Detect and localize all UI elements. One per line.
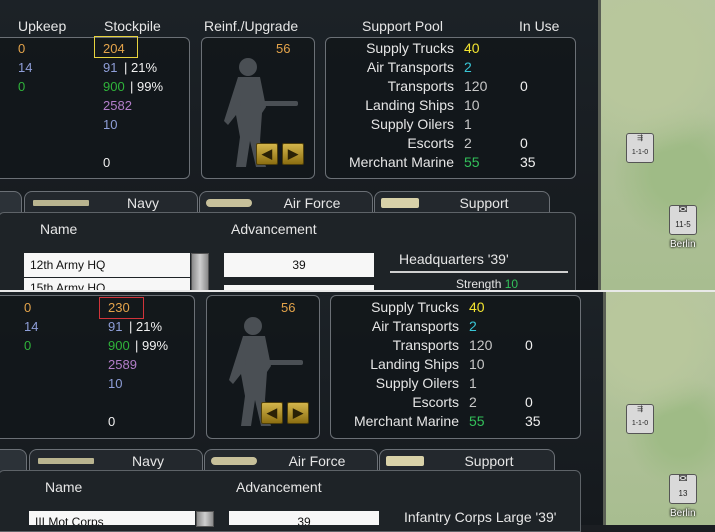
tab-army[interactable] bbox=[0, 449, 27, 472]
unit-row[interactable]: 15th Army HQ bbox=[24, 278, 190, 290]
map-view[interactable] bbox=[603, 292, 715, 525]
col-name-header: Name bbox=[45, 479, 83, 495]
stockpile-value: 900 bbox=[108, 338, 130, 353]
resources-box bbox=[0, 295, 195, 439]
stockpile-value: 10 bbox=[108, 376, 123, 391]
stockpile-value: 2589 bbox=[108, 357, 137, 372]
stockpile-value: 230 bbox=[108, 300, 130, 315]
unit-counter[interactable]: ⇶ 1-1-0 bbox=[626, 404, 654, 434]
city-label: Berlin bbox=[670, 239, 696, 250]
tab-support[interactable]: Support bbox=[374, 191, 550, 214]
tab-air-force[interactable]: Air Force bbox=[204, 449, 378, 472]
upkeep-header: Upkeep bbox=[18, 18, 67, 34]
hq-symbol-icon: ✉ bbox=[678, 473, 688, 485]
stockpile-value: 2582 bbox=[103, 98, 132, 113]
city-label: Berlin bbox=[670, 508, 696, 519]
upkeep-value: 0 bbox=[24, 300, 32, 315]
hq-symbol-icon: ✉ bbox=[678, 204, 688, 216]
detail-title: Headquarters '39' bbox=[399, 251, 509, 267]
in-use-header: In Use bbox=[519, 18, 560, 34]
unit-symbol-icon: ⇶ bbox=[637, 135, 643, 142]
upkeep-value: 14 bbox=[18, 60, 33, 75]
map-border bbox=[598, 0, 601, 290]
advancement-value: 39 bbox=[224, 253, 374, 277]
col-name-header: Name bbox=[40, 221, 78, 237]
next-button[interactable]: ▶ bbox=[287, 402, 309, 424]
unit-symbol-icon: ⇶ bbox=[637, 406, 643, 413]
upkeep-value: 0 bbox=[18, 41, 26, 56]
stockpile-pct: | 21% bbox=[129, 319, 163, 334]
reinf-header: Reinf./Upgrade bbox=[204, 18, 299, 34]
next-button[interactable]: ▶ bbox=[282, 143, 304, 165]
list-scrollbar[interactable] bbox=[191, 253, 209, 292]
support-pool-header: Support Pool bbox=[362, 18, 443, 34]
tab-navy[interactable]: Navy bbox=[24, 191, 198, 214]
col-advancement-header: Advancement bbox=[231, 221, 317, 237]
prev-button[interactable]: ◀ bbox=[256, 143, 278, 165]
stockpile-value: 0 bbox=[108, 414, 116, 429]
resources-box bbox=[0, 37, 190, 179]
hq-counter[interactable]: ✉ 13 bbox=[669, 474, 697, 504]
hq-counter[interactable]: ✉ 11-5 bbox=[669, 205, 697, 235]
stockpile-value: 0 bbox=[103, 155, 111, 170]
map-border bbox=[603, 292, 606, 525]
reinf-value: 56 bbox=[281, 300, 296, 315]
col-advancement-header: Advancement bbox=[236, 479, 322, 495]
stockpile-value: 91 bbox=[103, 60, 118, 75]
stockpile-value: 900 bbox=[103, 79, 125, 94]
stockpile-pct: | 99% bbox=[130, 79, 164, 94]
detail-divider bbox=[390, 271, 568, 273]
upkeep-value: 0 bbox=[24, 338, 32, 353]
ship-icon bbox=[38, 458, 94, 464]
reinf-value: 56 bbox=[276, 41, 291, 56]
truck-icon bbox=[381, 198, 419, 208]
plane-icon bbox=[206, 199, 252, 207]
plane-icon bbox=[211, 457, 257, 465]
tab-army[interactable] bbox=[0, 191, 22, 214]
upkeep-value: 0 bbox=[18, 79, 26, 94]
tab-navy[interactable]: Navy bbox=[29, 449, 203, 472]
stockpile-value: 91 bbox=[108, 319, 123, 334]
detail-title: Infantry Corps Large '39' bbox=[404, 509, 557, 525]
stockpile-value: 10 bbox=[103, 117, 118, 132]
unit-counter[interactable]: ⇶ 1-1-0 bbox=[626, 133, 654, 163]
unit-row[interactable]: 12th Army HQ bbox=[24, 253, 190, 277]
prev-button[interactable]: ◀ bbox=[261, 402, 283, 424]
stockpile-header: Stockpile bbox=[104, 18, 161, 34]
unit-row[interactable]: III Mot Corps bbox=[29, 511, 195, 525]
tab-support[interactable]: Support bbox=[379, 449, 555, 472]
stockpile-pct: | 21% bbox=[124, 60, 158, 75]
upkeep-value: 14 bbox=[24, 319, 39, 334]
ship-icon bbox=[33, 200, 89, 206]
map-view[interactable] bbox=[598, 0, 715, 290]
reinf-arrows: ◀ ▶ bbox=[261, 402, 309, 424]
tab-air-force[interactable]: Air Force bbox=[199, 191, 373, 214]
stockpile-pct: | 99% bbox=[135, 338, 169, 353]
truck-icon bbox=[386, 456, 424, 466]
stockpile-value: 204 bbox=[103, 41, 125, 56]
advancement-value: 39 bbox=[229, 511, 379, 525]
detail-stat: Strength 10 bbox=[456, 277, 519, 291]
reinf-arrows: ◀ ▶ bbox=[256, 143, 304, 165]
